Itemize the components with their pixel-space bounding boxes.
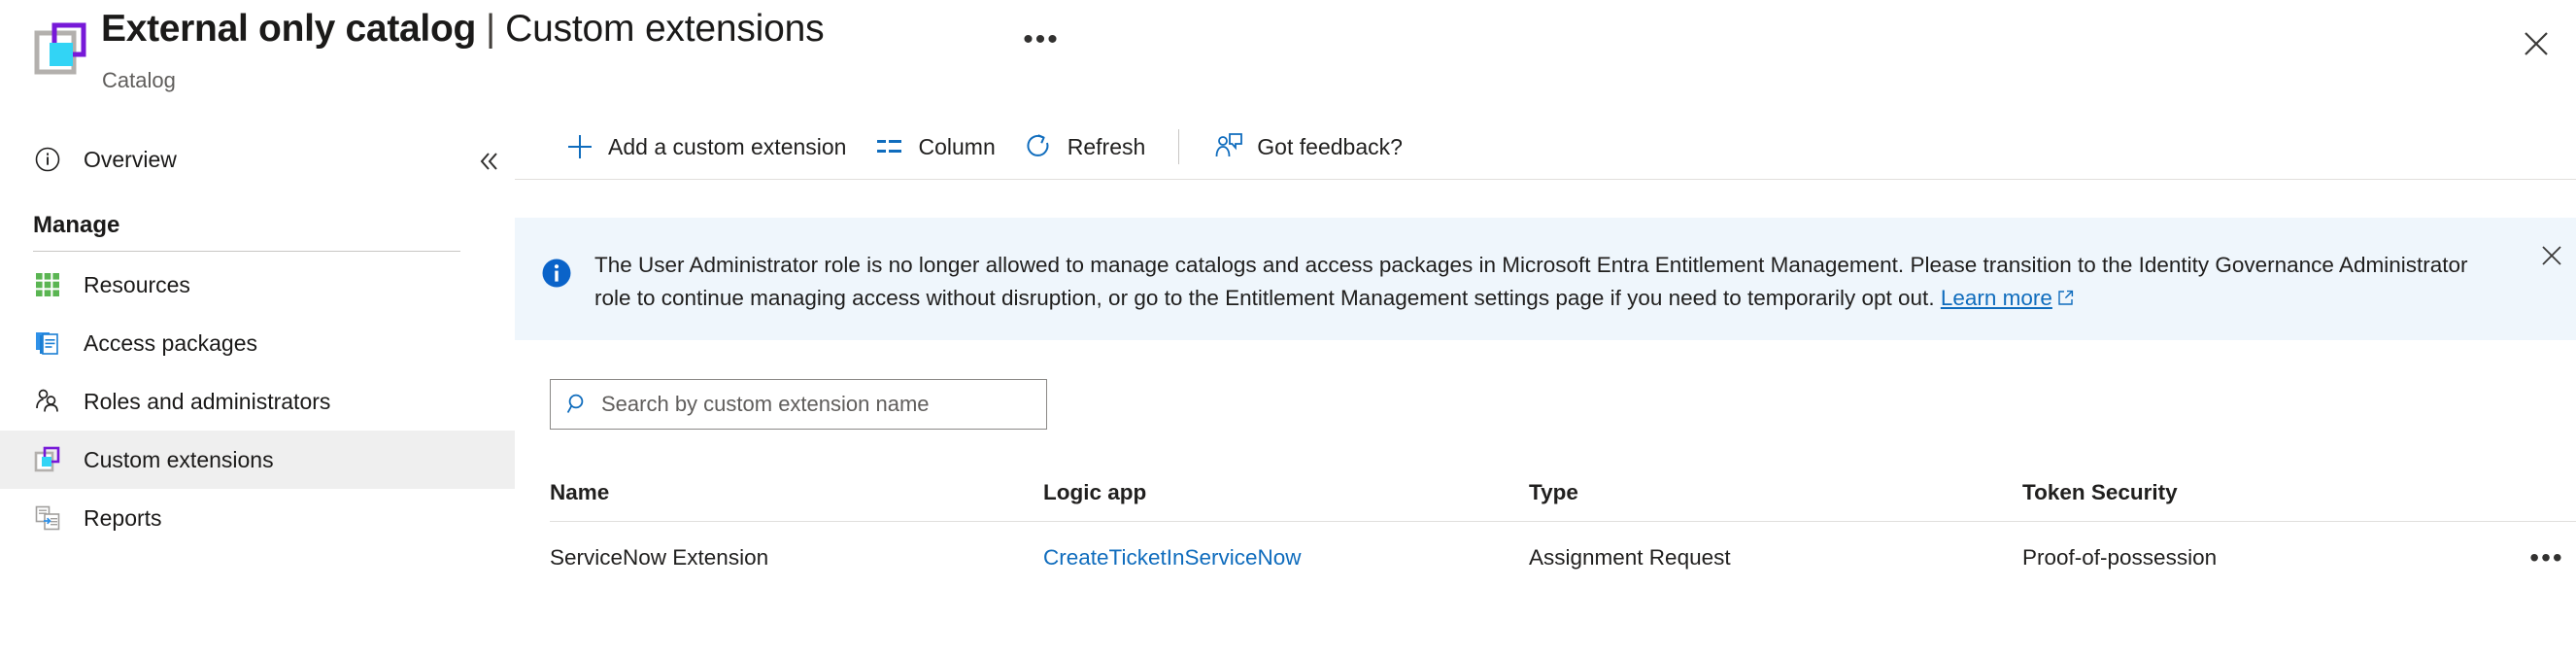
sidebar-item-label: Access packages (84, 330, 257, 357)
page-title-main: External only catalog (101, 8, 476, 51)
columns-icon (873, 130, 906, 163)
sidebar-section-manage: Manage (0, 212, 515, 239)
info-banner-message: The User Administrator role is no longer… (594, 253, 2468, 310)
page-title-sub: Custom extensions (505, 8, 824, 51)
command-bar-divider-line (515, 179, 2576, 180)
search-input[interactable] (601, 392, 1019, 417)
sidebar-item-roles-and-administrators[interactable]: Roles and administrators (0, 372, 515, 431)
plus-icon (563, 130, 596, 163)
column-header-logic-app[interactable]: Logic app (1043, 480, 1529, 505)
blade-subtitle: Catalog (102, 68, 176, 93)
close-blade-button[interactable] (2514, 21, 2559, 66)
sidebar-item-access-packages[interactable]: Access packages (0, 314, 515, 372)
column-button[interactable]: Column (860, 121, 1008, 172)
close-icon (2541, 245, 2562, 266)
main-content: Add a custom extension Column (515, 115, 2576, 657)
search-icon (564, 393, 592, 416)
add-custom-extension-button[interactable]: Add a custom extension (550, 121, 860, 172)
column-header-token-security[interactable]: Token Security (2022, 480, 2430, 505)
table-header-row: Name Logic app Type Token Security (550, 465, 2576, 521)
refresh-label: Refresh (1068, 134, 1146, 160)
dismiss-banner-button[interactable] (2535, 239, 2568, 272)
custom-extensions-table: Name Logic app Type Token Security Servi… (550, 465, 2576, 594)
blade-more-menu-button[interactable]: ••• (1020, 23, 1063, 54)
cell-logic-app-link[interactable]: CreateTicketInServiceNow (1043, 545, 1529, 571)
sidebar-item-overview[interactable]: Overview (0, 130, 515, 189)
documents-icon (33, 328, 62, 358)
sidebar-item-custom-extensions[interactable]: Custom extensions (0, 431, 515, 489)
sidebar-item-resources[interactable]: Resources (0, 256, 515, 314)
add-custom-extension-label: Add a custom extension (608, 134, 846, 160)
info-filled-icon (540, 257, 573, 294)
custom-extension-icon (33, 445, 62, 474)
sidebar: Overview Manage Resources (0, 115, 515, 657)
sidebar-item-label: Custom extensions (84, 447, 274, 473)
cell-name: ServiceNow Extension (550, 545, 1043, 571)
azure-portal-blade: External only catalog | Custom extension… (0, 0, 2576, 657)
cell-type: Assignment Request (1529, 545, 2022, 571)
got-feedback-label: Got feedback? (1257, 134, 1403, 160)
reports-icon (33, 503, 62, 533)
command-bar: Add a custom extension Column (515, 115, 2576, 179)
sidebar-section-title: Manage (33, 212, 515, 239)
search-container (550, 379, 1047, 430)
info-banner-text: The User Administrator role is no longer… (594, 249, 2489, 316)
external-link-icon (2057, 283, 2074, 316)
table-row[interactable]: ServiceNow Extension CreateTicketInServi… (550, 522, 2576, 594)
page-title: External only catalog | Custom extension… (101, 8, 824, 51)
got-feedback-button[interactable]: Got feedback? (1199, 121, 1416, 172)
blade-header: External only catalog | Custom extension… (0, 0, 2576, 115)
sidebar-item-label: Overview (84, 147, 177, 173)
learn-more-link[interactable]: Learn more (1941, 286, 2052, 310)
people-icon (33, 387, 62, 416)
command-bar-divider (1178, 129, 1179, 164)
refresh-icon (1023, 130, 1056, 163)
grid-icon (33, 270, 62, 299)
row-context-menu-button[interactable]: ••• (2518, 554, 2576, 562)
info-circle-icon (33, 145, 62, 174)
sidebar-divider (33, 251, 460, 252)
sidebar-item-reports[interactable]: Reports (0, 489, 515, 547)
sidebar-item-label: Resources (84, 272, 190, 298)
catalog-extension-icon (33, 21, 89, 78)
feedback-person-icon (1212, 130, 1245, 163)
column-label: Column (918, 134, 995, 160)
column-header-type[interactable]: Type (1529, 480, 2022, 505)
search-box[interactable] (550, 379, 1047, 430)
refresh-button[interactable]: Refresh (1009, 121, 1160, 172)
info-banner: The User Administrator role is no longer… (515, 218, 2576, 340)
sidebar-item-label: Roles and administrators (84, 389, 330, 415)
close-icon (2524, 31, 2549, 56)
sidebar-item-label: Reports (84, 505, 162, 532)
page-title-separator: | (486, 8, 495, 51)
cell-token-security: Proof-of-possession (2022, 545, 2430, 571)
column-header-name[interactable]: Name (550, 480, 1043, 505)
